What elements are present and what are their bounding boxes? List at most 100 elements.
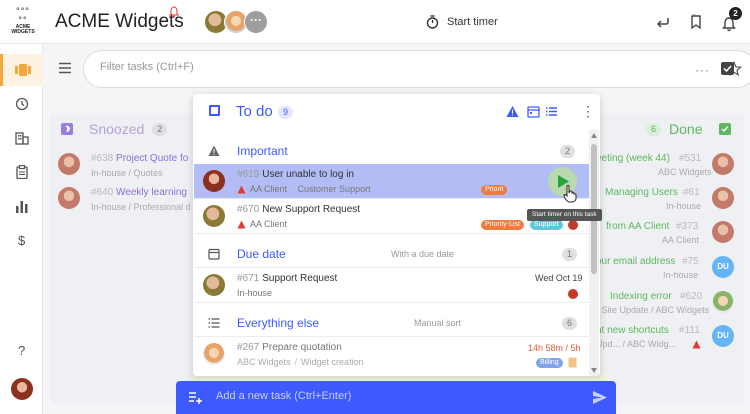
filter-tasks-input[interactable] (100, 61, 620, 73)
task-number: #267 (237, 342, 260, 353)
warning-icon (208, 145, 220, 156)
task-number: #640 (91, 187, 114, 198)
nav-billing[interactable]: $ (0, 224, 43, 256)
warning-icon (237, 185, 246, 193)
task-number: #373 (676, 221, 699, 232)
task-category: Customer Support (297, 184, 371, 194)
nav-help[interactable]: ? (0, 334, 43, 366)
warning-filter-icon[interactable] (506, 105, 519, 118)
send-icon[interactable] (593, 391, 607, 404)
table-row[interactable]: #267 Prepare quotation ABC Widgets / Widg… (194, 337, 589, 371)
receipt-icon (568, 357, 577, 368)
calendar-icon (208, 248, 220, 260)
todo-checkbox[interactable] (209, 105, 220, 116)
user-avatar[interactable] (11, 378, 33, 400)
snoozed-header: Snoozed 2 (60, 119, 168, 139)
filter-more-button[interactable]: ··· (695, 63, 710, 77)
list-item[interactable]: nt new shortcuts #111 Upd... / ABC Widg.… (596, 323, 744, 357)
task-title: Weekly learning (116, 187, 187, 198)
done-check-icon (719, 123, 732, 135)
top-bar: °°° °° ACME WIDGETS ACME Widgets ··· Sta… (0, 0, 750, 44)
task-number: #75 (682, 256, 699, 267)
section-important[interactable]: Important 2 (193, 138, 590, 164)
avatar: DU (712, 256, 734, 278)
bookmarks-icon[interactable] (688, 14, 704, 30)
task-title: our email address (596, 256, 676, 267)
select-all-checkbox[interactable] (721, 62, 734, 75)
task-number: #619 (237, 169, 260, 180)
task-number: #111 (679, 325, 700, 336)
add-task-bar (176, 381, 616, 414)
undo-icon[interactable] (655, 14, 671, 30)
support-tag: Support (530, 220, 563, 230)
avatar: DU (712, 325, 734, 347)
calendar-icon[interactable] (527, 105, 540, 118)
dollar-icon: $ (18, 233, 26, 248)
list-item[interactable]: our email address #75 In-house DU (596, 254, 744, 288)
avatar (568, 289, 578, 299)
list-icon (208, 318, 220, 328)
todo-panel: To do 9 ⋮ Important 2 #619 User unable to… (193, 94, 600, 376)
list-item[interactable]: Managing Users #61 In-house (596, 185, 744, 219)
task-client: In-house (91, 202, 127, 212)
more-users-button[interactable]: ··· (244, 10, 268, 34)
app-logo[interactable]: °°° °° ACME WIDGETS (6, 7, 40, 37)
task-title: from AA Client (606, 221, 670, 232)
menu-icon[interactable] (58, 62, 72, 74)
nav-clipboard[interactable] (0, 156, 43, 188)
priority-tag: Priorit (481, 185, 508, 195)
task-title: User unable to log in (262, 169, 354, 180)
table-row[interactable]: #619 User unable to log in AA Client / Cu… (194, 164, 589, 198)
nav-reports[interactable] (0, 190, 43, 222)
list-item[interactable]: #638 Project Quote fo In-house / Quotes (50, 151, 200, 185)
panel-scrollbar[interactable] (589, 130, 599, 376)
avatar (203, 343, 225, 365)
list-item[interactable]: Indexing error #620 r Site Update / ABC … (596, 289, 744, 323)
list-item[interactable]: #640 Weekly learning In-house / Professi… (50, 185, 200, 219)
list-item[interactable]: from AA Client #373 AA Client (596, 219, 744, 253)
snoozed-title: Snoozed (89, 121, 145, 137)
task-number: #620 (680, 291, 703, 302)
table-row[interactable]: #671 Support Request In-house Wed Oct 19 (194, 268, 589, 302)
task-number: #670 (237, 204, 260, 215)
list-sort-icon[interactable] (545, 105, 558, 118)
filter-tasks-field: ··· (83, 50, 750, 88)
todo-more-button[interactable]: ⋮ (581, 104, 595, 118)
done-count: 6 (646, 122, 662, 136)
left-nav-rail: $ ? (0, 44, 43, 414)
section-count: 6 (562, 317, 578, 330)
list-item[interactable]: eeting (week 44) #531 ABC Widgets (596, 151, 744, 185)
snoozed-column: Snoozed 2 #638 Project Quote fo In-house… (50, 113, 200, 403)
start-timer-button[interactable]: Start timer (426, 14, 498, 30)
task-number: #671 (237, 273, 260, 284)
task-title: Managing Users (605, 187, 678, 198)
scroll-down-icon[interactable] (591, 368, 597, 373)
tooltip: Start timer on this task (527, 209, 602, 221)
todo-count: 9 (278, 106, 294, 119)
divider (194, 302, 589, 303)
clipboard-icon (15, 165, 28, 179)
section-sort-label[interactable]: Manual sort (414, 318, 461, 328)
divider (194, 233, 589, 234)
scroll-up-icon[interactable] (591, 133, 597, 138)
task-number: #61 (683, 187, 700, 198)
task-category: Widget creation (301, 357, 364, 367)
task-category: Quotes (133, 168, 163, 178)
section-due-date[interactable]: Due date With a due date 1 (193, 241, 590, 267)
task-client: In-house (91, 168, 127, 178)
nav-companies[interactable] (0, 122, 43, 154)
check-icon (723, 65, 732, 73)
add-task-input[interactable] (216, 390, 576, 402)
nav-board[interactable] (0, 54, 43, 86)
hand-cursor-icon (563, 185, 577, 203)
notification-bell-icon[interactable] (169, 6, 179, 18)
section-everything-else[interactable]: Everything else Manual sort 6 (193, 310, 590, 336)
task-category: Professional d (133, 202, 191, 212)
section-sort-label[interactable]: With a due date (391, 249, 454, 259)
avatar (712, 187, 734, 209)
logo-text: ACME WIDGETS (11, 24, 35, 35)
done-title: Done (669, 121, 703, 137)
nav-recent[interactable] (0, 88, 43, 120)
section-count: 1 (562, 248, 578, 261)
history-icon (15, 97, 28, 111)
